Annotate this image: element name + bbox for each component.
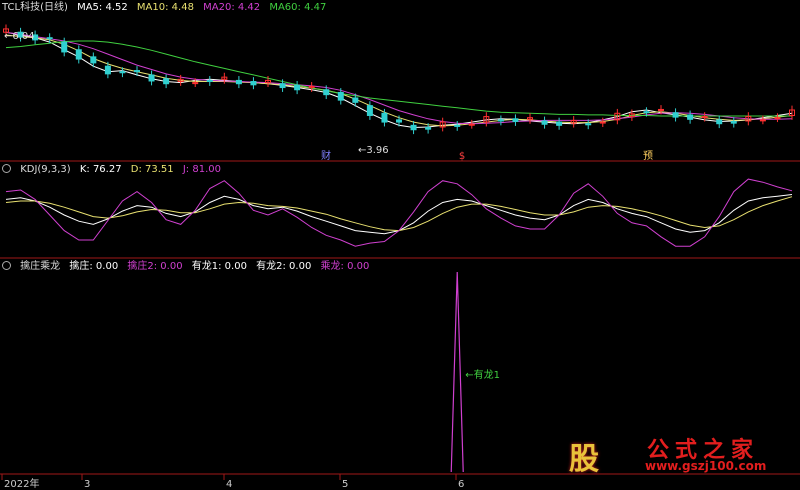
candle-body [541, 120, 548, 125]
event-marker[interactable]: $ [459, 151, 465, 162]
candle-body [396, 119, 402, 123]
candle-body [425, 127, 432, 130]
ma5-label: MA5: 4.52 [77, 2, 128, 13]
price-series-ma60 [5, 40, 792, 117]
price-legend: TCL科技(日线) MA5: 4.52 MA10: 4.48 MA20: 4.4… [2, 2, 332, 14]
candle-body [279, 83, 286, 89]
x-tick-label: 5 [342, 479, 348, 490]
chart-canvas: ←6.04 ←3.96 财 $ 预 ←有龙1 2022年 3 4 5 6 [0, 24, 800, 490]
event-marker[interactable]: 财 [321, 149, 331, 162]
candle-body [643, 111, 650, 114]
kdj-series-d [5, 196, 793, 232]
candle-body [774, 117, 781, 120]
kdj-panel [5, 178, 793, 247]
candle-body [119, 71, 126, 74]
kdj-legend: KDJ(9,3,3) K: 76.27 D: 73.51 J: 81.00 [2, 164, 227, 176]
candle-body [556, 121, 563, 126]
watermark-logo: 股 公式之家 www.gszj100.com [565, 432, 785, 477]
dragon-legend: 擒庄乘龙 擒庄: 0.00 擒庄2: 0.00 有龙1: 0.00 有龙2: 0… [2, 261, 375, 273]
dragon-title: 擒庄乘龙 [20, 261, 61, 272]
settings-circle-icon[interactable] [2, 164, 11, 173]
candle-body [497, 119, 504, 122]
spike-annotation: ←有龙1 [465, 368, 500, 381]
candle-body [585, 123, 592, 126]
candle-body [730, 121, 737, 124]
watermark-glyph: 股 [569, 442, 599, 477]
dragon-label-1: 擒庄2: 0.00 [127, 261, 183, 272]
dragon-panel: ←有龙1 [450, 271, 500, 473]
dragon-spike [450, 271, 464, 473]
ma20-label: MA20: 4.42 [203, 2, 261, 13]
x-tick-label: 6 [458, 479, 464, 490]
candle-body [148, 74, 155, 82]
x-axis: 2022年 3 4 5 6 [1, 474, 464, 490]
price-high-label: ←6.04 [4, 31, 35, 42]
candle-body [75, 49, 82, 60]
candle-body [192, 82, 199, 85]
x-tick-label: 4 [226, 479, 232, 490]
candle-body [90, 56, 97, 64]
kdj-k-label: K: 76.27 [79, 164, 122, 175]
dragon-label-2: 有龙1: 0.00 [191, 261, 247, 272]
candle-body [454, 124, 461, 127]
candle-body [104, 65, 111, 75]
kdj-title: KDJ(9,3,3) [20, 164, 71, 175]
settings-circle-icon[interactable] [2, 261, 11, 270]
candle-body [658, 108, 664, 111]
candle-body [337, 91, 344, 101]
dragon-label-3: 有龙2: 0.00 [256, 261, 312, 272]
ma10-label: MA10: 4.48 [136, 2, 194, 13]
kdj-j-label: J: 81.00 [182, 164, 221, 175]
candle-body [294, 84, 301, 91]
candle-body [381, 112, 388, 123]
candle-body [759, 119, 766, 122]
candle-body [512, 118, 519, 123]
kdj-series-j [5, 178, 793, 247]
candle-body [352, 97, 359, 103]
x-tick-label: 3 [84, 479, 90, 490]
price-panel: ←6.04 ←3.96 财 $ 预 [3, 24, 795, 162]
candle-body [323, 89, 330, 96]
candle-body [716, 119, 723, 125]
price-low-label: ←3.96 [358, 145, 389, 156]
candle-body [134, 70, 140, 73]
candle-body [672, 112, 679, 118]
candle-body [468, 123, 475, 126]
price-series-ma20 [5, 31, 793, 125]
candle-body [163, 78, 170, 85]
candle-body [46, 37, 53, 40]
dragon-label-4: 乘龙: 0.00 [320, 261, 370, 272]
candle-body [687, 114, 694, 120]
ma60-label: MA60: 4.47 [269, 2, 327, 13]
candle-body [366, 105, 373, 116]
kdj-d-label: D: 73.51 [130, 164, 174, 175]
candle-body [599, 121, 606, 124]
watermark-url: www.gszj100.com [645, 459, 767, 473]
price-title: TCL科技(日线) [2, 2, 68, 13]
event-marker[interactable]: 预 [643, 150, 653, 162]
dragon-label-0: 擒庄: 0.00 [69, 261, 119, 272]
candle-body [410, 124, 417, 131]
candle-body [250, 81, 257, 86]
candle-body [235, 79, 242, 85]
candle-body [61, 41, 68, 53]
candle-body [206, 79, 213, 83]
candle-body [701, 116, 708, 119]
x-tick-label: 2022年 [4, 477, 39, 490]
